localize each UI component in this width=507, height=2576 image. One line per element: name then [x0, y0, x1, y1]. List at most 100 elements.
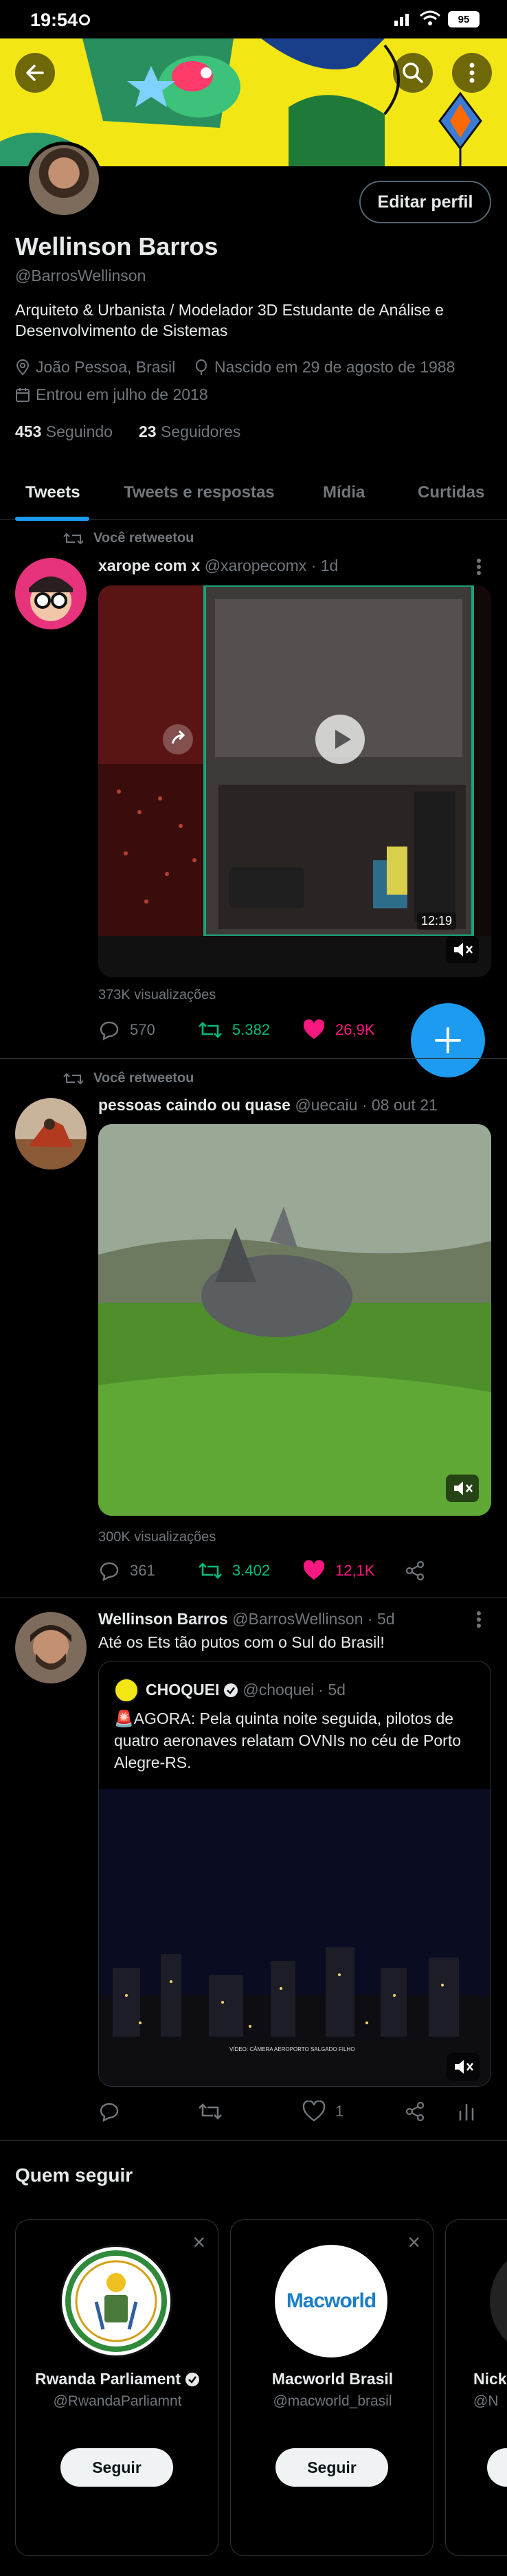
- follow-card[interactable]: × Macworld Macworld Brasil @macworld_bra…: [230, 2219, 433, 2556]
- reply-action[interactable]: [98, 2101, 120, 2123]
- birth-text: Nascido em 29 de agosto de 1988: [214, 358, 455, 376]
- tab-tweets-replies[interactable]: Tweets e respostas: [124, 465, 275, 520]
- quote-text-line1: 🚨AGORA: Pela quinta noite seguida, pilot…: [114, 1710, 454, 1727]
- like-action[interactable]: 12,1K: [302, 1560, 375, 1582]
- mute-icon: [454, 1481, 473, 1495]
- tweet-video[interactable]: [98, 1124, 491, 1516]
- following-link[interactable]: 453 Seguindo: [15, 423, 113, 441]
- retweet-count: 5.382: [232, 1021, 271, 1038]
- followers-count: 23: [139, 423, 157, 440]
- following-label: Seguindo: [45, 423, 113, 440]
- profile-name: Wellinson Barros: [15, 232, 218, 260]
- rwanda-seal-icon: [65, 2250, 167, 2352]
- play-button[interactable]: [315, 715, 365, 764]
- follow-card-avatar: [490, 2245, 507, 2357]
- macworld-logo-text: Macworld: [286, 2289, 376, 2312]
- quoted-tweet[interactable]: CHOQUEI @choquei · 5d 🚨AGORA: Pela quint…: [98, 1661, 491, 2087]
- back-button[interactable]: [15, 53, 55, 93]
- compose-tweet-button[interactable]: [411, 1003, 485, 1077]
- close-icon[interactable]: ×: [192, 2230, 205, 2255]
- tweet-avatar[interactable]: [15, 1612, 87, 1683]
- tweet-video[interactable]: 12:19: [98, 585, 491, 977]
- share-action[interactable]: [404, 2101, 426, 2123]
- share-overlay-icon[interactable]: [163, 724, 193, 754]
- tweet-more-icon[interactable]: [474, 557, 484, 577]
- tab-media[interactable]: Mídia: [323, 465, 365, 520]
- tweet-avatar[interactable]: [15, 558, 87, 629]
- like-count: 12,1K: [335, 1562, 375, 1579]
- quote-author-handle: @choquei: [243, 1681, 315, 1699]
- follow-card-avatar: Macworld: [275, 2245, 387, 2357]
- retweet-label: Você retweetou: [93, 530, 194, 546]
- retweet-action[interactable]: 5.382: [198, 1019, 270, 1041]
- retweet-icon: [63, 533, 84, 544]
- status-bar: 19:54 95: [0, 0, 507, 38]
- share-icon: [405, 1560, 425, 1581]
- video-time: 12:19: [417, 912, 457, 930]
- follow-card-name: Nick: [473, 2370, 507, 2388]
- analytics-action[interactable]: [458, 2101, 475, 2123]
- tweet-author-name[interactable]: pessoas caindo ou quase: [98, 1096, 291, 1114]
- edit-profile-button[interactable]: Editar perfil: [359, 181, 491, 223]
- followers-label: Seguidores: [160, 423, 241, 440]
- tab-tweets[interactable]: Tweets: [25, 465, 80, 520]
- reply-icon: [100, 1562, 119, 1582]
- search-button[interactable]: [393, 53, 433, 93]
- retweet-action[interactable]: 3.402: [198, 1560, 270, 1582]
- mute-button[interactable]: [446, 936, 479, 963]
- profile-tabs: Tweets Tweets e respostas Mídia Curtidas: [0, 465, 507, 520]
- follow-button[interactable]: Seguir: [60, 2448, 173, 2487]
- like-action[interactable]: 26,9K: [302, 1019, 375, 1041]
- retweet-context: Você retweetou: [63, 530, 194, 546]
- reply-count: 361: [130, 1562, 155, 1579]
- video-thumbnail: [98, 1124, 491, 1516]
- share-action[interactable]: [404, 1560, 426, 1582]
- tab-likes[interactable]: Curtidas: [418, 465, 484, 520]
- quote-video[interactable]: VÍDEO: CÂMERA AEROPORTO SALGADO FILHO: [99, 1789, 491, 2086]
- play-icon: [335, 730, 351, 749]
- mute-button[interactable]: [447, 2053, 480, 2081]
- retweet-icon: [63, 1073, 84, 1084]
- close-icon[interactable]: ×: [407, 2230, 420, 2255]
- quote-avatar: [114, 1678, 139, 1703]
- follow-card-avatar: [60, 2245, 172, 2357]
- retweet-count: 3.402: [232, 1562, 271, 1579]
- video-time-text: 12:19: [421, 914, 453, 928]
- following-count: 453: [15, 423, 42, 440]
- reply-action[interactable]: 570: [98, 1019, 155, 1041]
- follow-card[interactable]: × Rwanda Parliament @RwandaParliamnt Seg…: [15, 2219, 218, 2556]
- retweet-icon: [199, 1563, 222, 1579]
- avatar-illustration: [15, 1098, 87, 1169]
- balloon-icon: [196, 359, 207, 375]
- joined-text: Entrou em julho de 2018: [36, 385, 208, 403]
- retweet-icon: [199, 2103, 222, 2120]
- location-text: João Pessoa, Brasil: [36, 358, 176, 376]
- calendar-icon: [16, 388, 30, 402]
- follow-card-name: Rwanda Parliament: [16, 2370, 218, 2388]
- tweet-more-icon[interactable]: [474, 1609, 484, 1630]
- mute-button[interactable]: [446, 1475, 479, 1502]
- like-action[interactable]: 1: [302, 2101, 343, 2123]
- follow-button[interactable]: [487, 2448, 507, 2487]
- profile-avatar[interactable]: [25, 142, 102, 219]
- tweet-avatar[interactable]: [15, 1098, 87, 1169]
- heart-outline-icon: [302, 2101, 326, 2122]
- reply-action[interactable]: 361: [98, 1560, 155, 1582]
- profile-bio-line1: Arquiteto & Urbanista / Modelador 3D Est…: [15, 301, 444, 319]
- retweet-action[interactable]: [198, 2101, 223, 2123]
- tweet-author-name[interactable]: xarope com x: [98, 557, 200, 574]
- followers-link[interactable]: 23 Seguidores: [139, 423, 240, 441]
- analytics-icon: [459, 2103, 474, 2121]
- follow-card-name-text: Rwanda Parliament: [34, 2370, 181, 2388]
- reply-icon: [100, 1021, 119, 1041]
- tweet-author-name[interactable]: Wellinson Barros: [98, 1610, 228, 1628]
- heart-filled-icon: [303, 1560, 325, 1580]
- share-icon: [405, 2101, 425, 2122]
- retweet-label: Você retweetou: [93, 1071, 194, 1086]
- profile-location: João Pessoa, Brasil: [15, 358, 175, 377]
- follow-button[interactable]: Seguir: [275, 2448, 388, 2487]
- quote-text-line2: quatro aeronaves relatam OVNIs no céu de…: [114, 1732, 462, 1749]
- follow-card[interactable]: Nick @N: [445, 2219, 507, 2556]
- wifi-icon: [419, 10, 441, 27]
- more-options-button[interactable]: [452, 53, 492, 93]
